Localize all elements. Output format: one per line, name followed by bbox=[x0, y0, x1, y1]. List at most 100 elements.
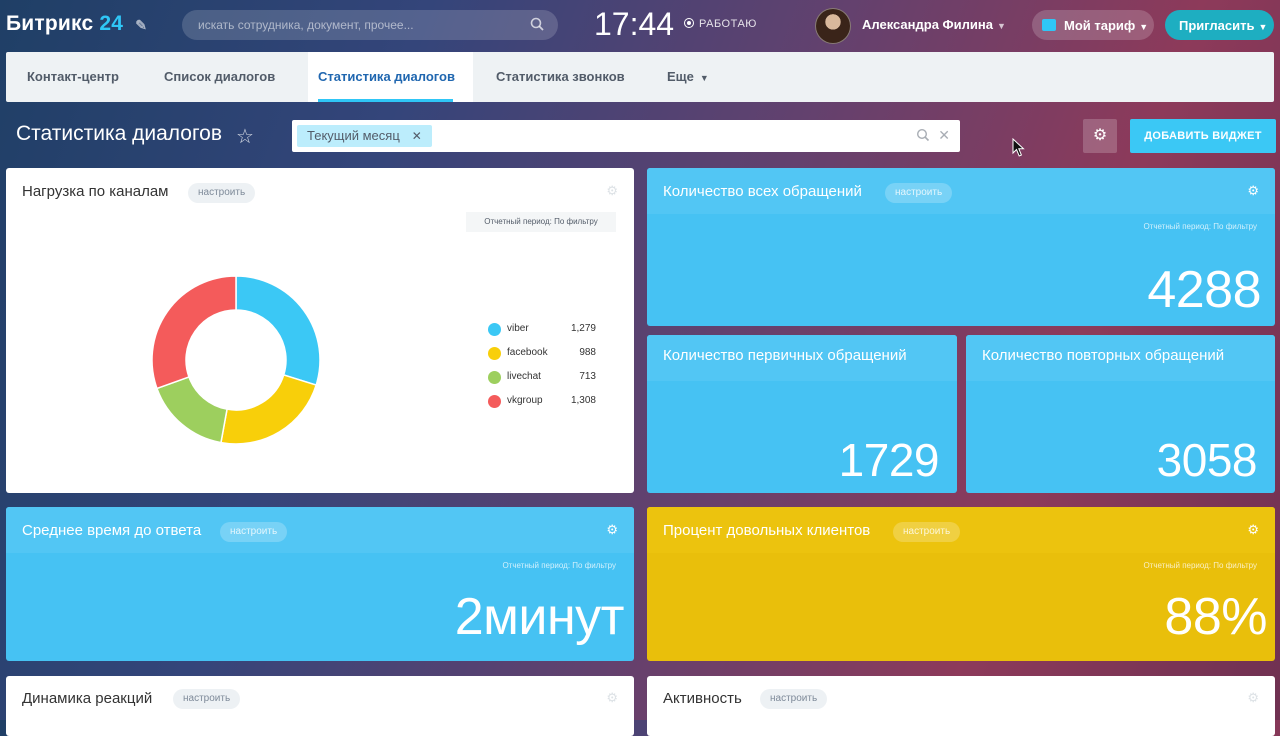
gear-icon: ⚙ bbox=[1092, 127, 1108, 144]
donut-chart bbox=[151, 275, 321, 445]
configure-button[interactable]: настроить bbox=[885, 183, 953, 203]
star-icon[interactable]: ☆ bbox=[236, 124, 254, 149]
primary-requests-widget: Количество первичных обращений 1729 bbox=[647, 335, 957, 493]
legend-item-livechat[interactable]: livechat 713 bbox=[482, 370, 598, 386]
metric-value: 3058 bbox=[1156, 434, 1258, 486]
metric-value: 2минут bbox=[454, 588, 625, 646]
widget-header: Количество всех обращений настроить ⚙ bbox=[647, 168, 1275, 214]
widget-header: Нагрузка по каналам настроить ⚙ bbox=[6, 168, 634, 214]
tab-dialog-statistics[interactable]: Статистика диалогов bbox=[308, 52, 473, 102]
gear-icon[interactable]: ⚙ bbox=[606, 183, 618, 199]
chevron-down-icon: ▼ bbox=[1139, 22, 1149, 32]
legend-item-viber[interactable]: viber 1,279 bbox=[482, 322, 598, 338]
section-tabs: Контакт-центр Список диалогов Статистика… bbox=[6, 52, 1274, 102]
legend-item-vkgroup[interactable]: vkgroup 1,308 bbox=[482, 394, 598, 410]
avg-response-time-widget: Среднее время до ответа настроить ⚙ Отче… bbox=[6, 507, 634, 661]
tab-label: Статистика диалогов bbox=[318, 69, 455, 84]
widget-title: Нагрузка по каналам bbox=[22, 183, 169, 200]
report-period: Отчетный период: По фильтру bbox=[466, 212, 616, 232]
widget-header: Активность настроить ⚙ bbox=[647, 676, 1275, 722]
activity-widget: Активность настроить ⚙ bbox=[647, 676, 1275, 736]
chevron-down-icon: ▼ bbox=[699, 73, 709, 83]
widget-title: Количество первичных обращений bbox=[663, 347, 907, 364]
tab-contact-center[interactable]: Контакт-центр bbox=[27, 52, 119, 102]
satisfied-clients-widget: Процент довольных клиентов настроить ⚙ О… bbox=[647, 507, 1275, 661]
work-status-label: РАБОТАЮ bbox=[699, 18, 757, 30]
tariff-label: Мой тариф bbox=[1064, 18, 1136, 33]
configure-button[interactable]: настроить bbox=[220, 522, 288, 542]
widget-title: Количество всех обращений bbox=[663, 183, 862, 200]
legend-item-facebook[interactable]: facebook 988 bbox=[482, 346, 598, 362]
tab-more[interactable]: Еще ▼ bbox=[667, 52, 709, 102]
widget-header: Количество первичных обращений bbox=[647, 335, 957, 381]
gear-icon[interactable]: ⚙ bbox=[1247, 183, 1259, 199]
widget-title: Количество повторных обращений bbox=[982, 347, 1225, 364]
chevron-down-icon: ▼ bbox=[1258, 22, 1268, 32]
widget-header: Динамика реакций настроить ⚙ bbox=[6, 676, 634, 722]
donut-slice-livechat[interactable] bbox=[156, 375, 228, 444]
configure-button[interactable]: настроить bbox=[760, 689, 828, 709]
filter-search-input[interactable]: Текущий месяц ✕ ✕ bbox=[292, 120, 960, 152]
clear-filter-icon[interactable]: ✕ bbox=[938, 127, 950, 144]
configure-button[interactable]: настроить bbox=[188, 183, 256, 203]
metric-value: 1729 bbox=[838, 434, 940, 486]
legend-swatch bbox=[488, 323, 501, 336]
chevron-down-icon: ▼ bbox=[996, 21, 1006, 31]
top-bar: Битрикс 24 ✎ искать сотрудника, документ… bbox=[0, 0, 1280, 50]
channel-load-widget: Нагрузка по каналам настроить ⚙ Отчетный… bbox=[6, 168, 634, 493]
repeat-requests-widget: Количество повторных обращений 3058 bbox=[966, 335, 1275, 493]
gear-icon[interactable]: ⚙ bbox=[606, 522, 618, 538]
record-icon bbox=[684, 18, 694, 28]
filter-chip-label: Текущий месяц bbox=[307, 128, 400, 143]
edit-pencil-icon[interactable]: ✎ bbox=[135, 17, 147, 33]
user-menu[interactable]: Александра Филина ▼ bbox=[862, 17, 1006, 32]
gear-icon[interactable]: ⚙ bbox=[606, 690, 618, 706]
widget-title: Среднее время до ответа bbox=[22, 522, 202, 539]
legend-value: 988 bbox=[579, 347, 596, 358]
configure-button[interactable]: настроить bbox=[173, 689, 241, 709]
donut-slice-vkgroup[interactable] bbox=[151, 275, 237, 390]
widget-header: Процент довольных клиентов настроить ⚙ bbox=[647, 507, 1275, 553]
all-requests-widget: Количество всех обращений настроить ⚙ От… bbox=[647, 168, 1275, 326]
legend-value: 1,279 bbox=[570, 323, 596, 334]
filter-chip[interactable]: Текущий месяц ✕ bbox=[297, 125, 432, 147]
search-icon[interactable] bbox=[530, 17, 544, 31]
legend-label: viber bbox=[507, 323, 529, 334]
search-icon[interactable] bbox=[916, 128, 930, 142]
add-widget-button[interactable]: ДОБАВИТЬ ВИДЖЕТ bbox=[1130, 119, 1276, 153]
metric-value: 88% bbox=[1164, 588, 1267, 646]
legend-value: 1,308 bbox=[570, 395, 596, 406]
donut-slice-viber[interactable] bbox=[235, 275, 321, 387]
global-search-input[interactable]: искать сотрудника, документ, прочее... bbox=[182, 10, 558, 40]
legend-swatch bbox=[488, 395, 501, 408]
tariff-button[interactable]: Мой тариф ▼ bbox=[1032, 10, 1154, 40]
configure-button[interactable]: настроить bbox=[893, 522, 961, 542]
legend-label: vkgroup bbox=[507, 395, 543, 406]
logo-name: Битрикс bbox=[6, 12, 94, 35]
tab-dialog-list[interactable]: Список диалогов bbox=[164, 52, 275, 102]
reaction-dynamics-widget: Динамика реакций настроить ⚙ bbox=[6, 676, 634, 736]
widget-title: Процент довольных клиентов bbox=[663, 522, 871, 539]
dashboard-settings-button[interactable]: ⚙ bbox=[1083, 119, 1117, 153]
invite-label: Пригласить bbox=[1179, 18, 1255, 33]
donut-slice-facebook[interactable] bbox=[220, 373, 318, 445]
legend-label: facebook bbox=[507, 347, 548, 358]
tab-call-statistics[interactable]: Статистика звонков bbox=[496, 52, 625, 102]
report-period: Отчетный период: По фильтру bbox=[502, 561, 616, 570]
remove-chip-icon[interactable]: ✕ bbox=[412, 129, 422, 143]
widget-title: Динамика реакций bbox=[22, 690, 153, 707]
clock[interactable]: 17:44 bbox=[594, 6, 674, 43]
widget-header: Среднее время до ответа настроить ⚙ bbox=[6, 507, 634, 553]
user-name: Александра Филина bbox=[862, 17, 993, 32]
invite-button[interactable]: Пригласить ▼ bbox=[1165, 10, 1274, 40]
page-title: Статистика диалогов bbox=[16, 122, 222, 145]
legend-label: livechat bbox=[507, 371, 541, 382]
tab-label: Еще bbox=[667, 69, 694, 84]
work-status[interactable]: РАБОТАЮ bbox=[684, 18, 757, 30]
gear-icon[interactable]: ⚙ bbox=[1247, 522, 1259, 538]
search-placeholder: искать сотрудника, документ, прочее... bbox=[198, 18, 414, 32]
gear-icon[interactable]: ⚙ bbox=[1247, 690, 1259, 706]
widget-title: Активность bbox=[663, 690, 742, 707]
app-logo[interactable]: Битрикс 24 ✎ bbox=[6, 12, 147, 36]
avatar[interactable] bbox=[815, 8, 851, 44]
